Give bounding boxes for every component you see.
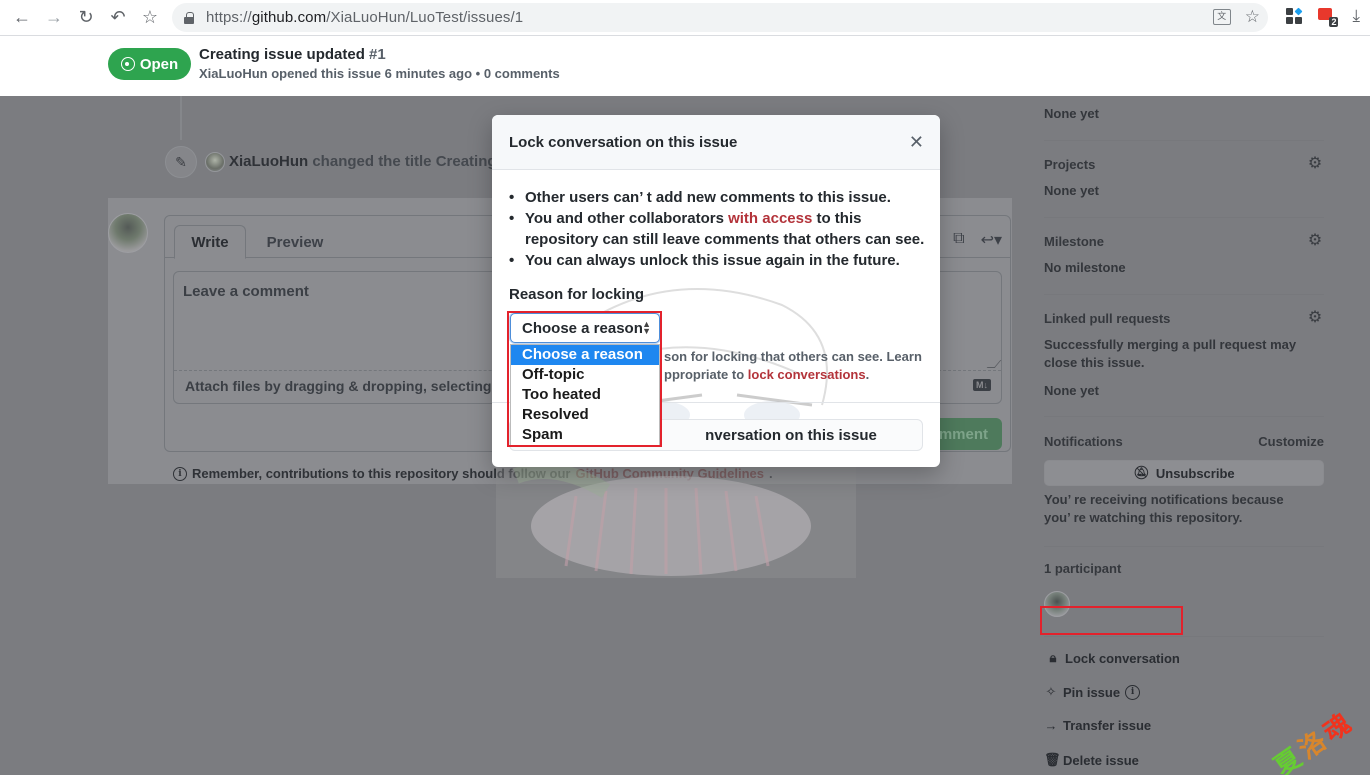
select-arrows-icon: ▲ ▼ (642, 319, 651, 336)
pin-issue-button[interactable]: ✧ Pin issue i (1044, 684, 1141, 700)
avatar[interactable] (205, 152, 225, 172)
lock-icon: 🔒︎ (1049, 650, 1057, 665)
extension-badge-icon[interactable]: 2 (1318, 7, 1339, 27)
tab-write[interactable]: Write (174, 225, 246, 259)
dropdown-option[interactable]: Choose a reason (511, 345, 659, 365)
secure-lock-icon (184, 11, 194, 24)
arrow-right-icon: → (1044, 718, 1058, 733)
reason-label: Reason for locking (509, 286, 645, 303)
background-illustration (496, 466, 856, 578)
info-icon: i (173, 466, 187, 481)
gear-icon[interactable]: ⚙ (1307, 156, 1323, 172)
avatar[interactable] (108, 213, 148, 253)
notifications-heading: Notifications (1044, 434, 1123, 449)
lock-conversation-button[interactable]: 🔒︎ Lock conversation (1046, 650, 1180, 666)
resize-handle[interactable] (986, 360, 1002, 368)
lock-conversations-link[interactable]: lock conversations (748, 367, 866, 382)
trash-icon: 🗑︎ (1044, 752, 1061, 767)
bookmark-star-button[interactable]: ☆ (134, 2, 166, 34)
projects-value: None yet (1044, 183, 1099, 198)
reload-button[interactable]: ↻ (70, 2, 102, 34)
issue-opened-icon (120, 57, 135, 71)
markdown-icon: M↓ (973, 379, 991, 391)
linked-prs-heading[interactable]: Linked pull requests (1044, 311, 1170, 326)
bookmark-star-icon[interactable]: ☆ (1245, 7, 1260, 27)
cross-reference-icon[interactable]: ⧉ (953, 230, 964, 250)
delete-issue-button[interactable]: 🗑︎ Delete issue (1044, 752, 1139, 768)
arrow-left-icon: ← (13, 7, 31, 27)
info-icon[interactable]: i (1125, 684, 1141, 700)
lock-effects-list: Other users can’ t add new comments to t… (509, 187, 929, 271)
sticky-issue-header: Open Creating issue updated #1 XiaLuoHun… (0, 36, 1370, 96)
forward-button[interactable]: → (38, 2, 70, 34)
browser-toolbar: ← → ↻ ↶ ☆ https://github.com/XiaLuoHun/L… (0, 0, 1370, 36)
linked-prs-value: None yet (1044, 383, 1099, 398)
customize-link[interactable]: Customize (1258, 434, 1324, 449)
dropdown-option[interactable]: Off-topic (511, 365, 659, 385)
dropdown-option[interactable]: Resolved (511, 405, 659, 425)
dialog-title: Lock conversation on this issue (509, 134, 738, 151)
annotation-highlight (1040, 606, 1183, 635)
dropdown-option[interactable]: Too heated (511, 385, 659, 405)
milestone-heading[interactable]: Milestone (1044, 234, 1104, 249)
undo-button[interactable]: ↶ (102, 2, 134, 34)
gear-icon[interactable]: ⚙ (1307, 310, 1323, 326)
extension-grid-icon[interactable] (1286, 7, 1303, 24)
issue-title: Creating issue updated #1 (199, 46, 386, 63)
gear-icon[interactable]: ⚙ (1307, 233, 1323, 249)
transfer-issue-button[interactable]: → Transfer issue (1044, 718, 1152, 733)
attach-files-text[interactable]: Attach files by dragging & dropping, sel… (185, 378, 491, 394)
arrow-right-icon: → (45, 7, 63, 27)
labels-value: None yet (1044, 106, 1099, 121)
issue-meta: XiaLuoHun opened this issue 6 minutes ag… (199, 66, 560, 81)
event-user-link[interactable]: XiaLuoHun (229, 153, 308, 170)
milestone-value: No milestone (1044, 260, 1126, 275)
projects-heading[interactable]: Projects (1044, 157, 1095, 172)
star-icon: ☆ (141, 7, 159, 27)
reason-dropdown-list: Choose a reason Off-topic Too heated Res… (510, 344, 660, 446)
back-button[interactable]: ← (6, 2, 38, 34)
signature-watermark: 夏洛魂 (1268, 706, 1360, 775)
reason-select[interactable]: Choose a reason ▲ ▼ (510, 313, 660, 343)
close-icon[interactable]: ✕ (909, 132, 924, 152)
pin-icon: ✧ (1045, 684, 1057, 699)
participants-heading: 1 participant (1044, 561, 1122, 576)
title-change-event: XiaLuoHun changed the title Creating (229, 153, 497, 170)
pencil-icon: ✎ (165, 146, 197, 178)
reload-icon: ↻ (78, 7, 94, 27)
translate-icon[interactable]: 文 (1212, 9, 1231, 25)
with-access-link[interactable]: with access (728, 210, 812, 227)
undo-icon: ↶ (110, 7, 126, 27)
download-icon[interactable]: ⤓ (1352, 6, 1360, 26)
address-bar[interactable]: https://github.com/XiaLuoHun/LuoTest/iss… (172, 3, 1268, 32)
url-text[interactable]: https://github.com/XiaLuoHun/LuoTest/iss… (206, 9, 523, 26)
bell-slash-icon: 🔕︎ (1133, 465, 1150, 480)
dropdown-option[interactable]: Spam (511, 425, 659, 445)
reply-icon[interactable]: ↩▾ (981, 230, 1002, 250)
unsubscribe-button[interactable]: 🔕︎ Unsubscribe (1044, 460, 1324, 486)
state-badge-open: Open (108, 48, 191, 80)
tab-preview[interactable]: Preview (255, 225, 335, 259)
